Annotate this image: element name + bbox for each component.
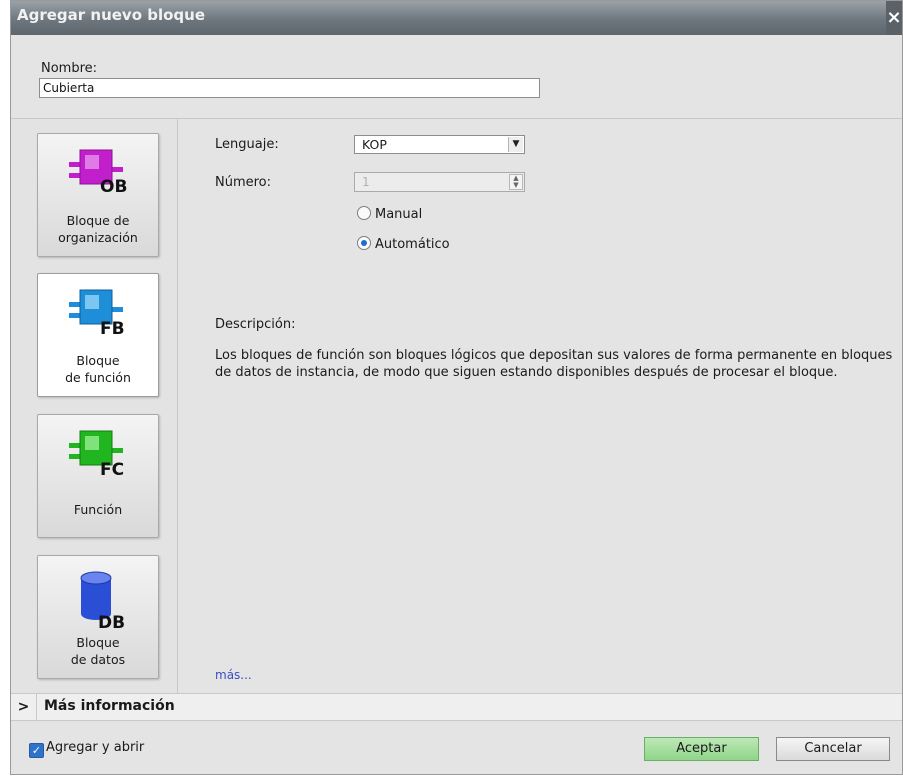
description-text: Los bloques de función son bloques lógic… (215, 348, 893, 380)
fb-block-icon: FB (69, 289, 125, 339)
block-type-fb-button[interactable]: FB Bloque de función (37, 273, 159, 397)
accept-button[interactable]: Aceptar (644, 737, 759, 761)
block-type-label: Función (73, 502, 123, 517)
name-input[interactable] (39, 78, 540, 98)
language-value: KOP (362, 137, 387, 152)
more-info-label: Más información (44, 698, 175, 714)
fb-badge: FB (100, 319, 125, 339)
checkmark-icon[interactable]: ✓ (29, 743, 44, 758)
block-type-ob-button[interactable]: OB Bloque de organización (37, 133, 159, 257)
radio-automatic-label: Automático (375, 237, 450, 252)
db-badge: DB (98, 613, 125, 630)
db-block-icon: DB (80, 571, 125, 630)
ob-block-icon: OB (69, 149, 127, 197)
ob-badge: OB (100, 177, 127, 197)
add-and-open-label: Agregar y abrir (46, 740, 145, 755)
fc-block-icon: FC (69, 430, 124, 480)
name-label: Nombre: (41, 61, 98, 76)
radio-automatic[interactable]: Automático (357, 236, 450, 252)
dialog-title: Agregar nuevo bloque (17, 6, 206, 24)
close-icon[interactable]: × (886, 1, 902, 35)
spin-arrows-icon: ▲ ▼ (509, 174, 523, 190)
cancel-button[interactable]: Cancelar (776, 737, 890, 761)
block-type-label: Bloque (76, 353, 120, 368)
add-block-dialog: Agregar nuevo bloque × Nombre: OB Bloque… (10, 0, 903, 775)
more-link[interactable]: más... (215, 668, 252, 682)
more-info-bar[interactable]: > Más información (11, 693, 902, 721)
dropdown-arrow-icon[interactable]: ▼ (508, 137, 523, 152)
radio-manual-label: Manual (375, 207, 423, 222)
radio-manual-indicator[interactable] (357, 206, 371, 220)
block-type-panel: OB Bloque de organización FB Bloque de f… (11, 119, 178, 693)
add-and-open-checkbox[interactable]: ✓ Agregar y abrir (29, 740, 144, 758)
radio-manual[interactable]: Manual (357, 206, 422, 222)
block-type-label: Bloque de (66, 213, 130, 228)
description-title: Descripción: (215, 317, 296, 332)
number-label: Número: (215, 175, 272, 190)
block-type-label: organización (58, 230, 138, 245)
language-label: Lenguaje: (215, 137, 279, 152)
title-bar: Agregar nuevo bloque × (11, 1, 902, 35)
chevron-right-icon[interactable]: > (11, 694, 37, 720)
radio-automatic-indicator[interactable] (357, 236, 371, 250)
number-spinbox: 1 ▲ ▼ (354, 172, 525, 192)
block-type-label: de función (65, 370, 131, 385)
language-select[interactable]: KOP ▼ (354, 135, 525, 154)
block-type-label: Bloque (76, 635, 120, 650)
number-value: 1 (362, 175, 370, 189)
block-type-fc-button[interactable]: FC Función (37, 414, 159, 538)
block-type-db-button[interactable]: DB Bloque de datos (37, 555, 159, 679)
block-type-label: de datos (70, 652, 126, 667)
fc-badge: FC (100, 460, 124, 480)
